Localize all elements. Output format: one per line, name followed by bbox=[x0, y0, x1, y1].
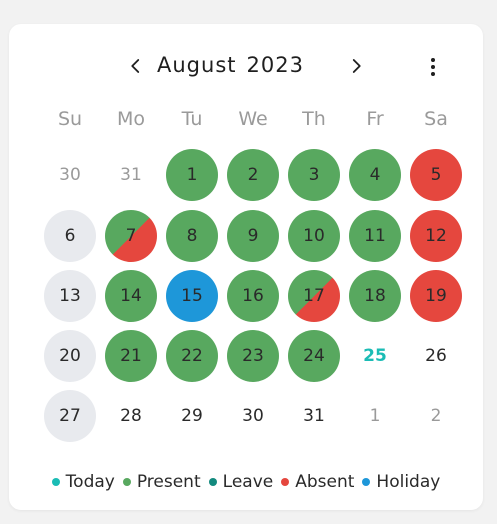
calendar-card: August 2023 Su Mo Tu We Th Fr Sa 30 31 1 2 3 4 5 6 7 8 9 10… bbox=[9, 24, 483, 510]
day-cell[interactable]: 16 bbox=[227, 270, 279, 322]
weekday-fr: Fr bbox=[366, 108, 384, 130]
legend-item-today: Today bbox=[51, 472, 115, 492]
weekday-sa: Sa bbox=[424, 108, 448, 130]
day-cell[interactable]: 30 bbox=[227, 390, 279, 442]
day-cell[interactable]: 19 bbox=[410, 270, 462, 322]
legend-dot bbox=[362, 478, 371, 486]
day-cell[interactable]: 1 bbox=[166, 149, 218, 201]
day-cell[interactable]: 8 bbox=[166, 210, 218, 262]
legend-dot bbox=[51, 478, 60, 486]
day-cell[interactable]: 13 bbox=[44, 270, 96, 322]
day-cell[interactable]: 11 bbox=[349, 210, 401, 262]
day-cell[interactable]: 5 bbox=[410, 149, 462, 201]
day-cell[interactable]: 1 bbox=[349, 390, 401, 442]
day-cell[interactable]: 30 bbox=[44, 149, 96, 201]
weekday-we: We bbox=[238, 108, 268, 130]
weekday-mo: Mo bbox=[116, 108, 146, 130]
weekday-th: Th bbox=[302, 108, 326, 130]
day-cell[interactable]: 4 bbox=[349, 149, 401, 201]
legend-item-absent: Absent bbox=[281, 472, 354, 492]
day-cell[interactable]: 31 bbox=[288, 390, 340, 442]
day-cell[interactable]: 6 bbox=[44, 210, 96, 262]
day-cell[interactable]: 3 bbox=[288, 149, 340, 201]
weekday-su: Su bbox=[57, 108, 83, 130]
day-cell[interactable]: 24 bbox=[288, 330, 340, 382]
day-cell[interactable]: 10 bbox=[288, 210, 340, 262]
day-cell[interactable]: 14 bbox=[105, 270, 157, 322]
day-cell[interactable]: 25 bbox=[349, 330, 401, 382]
legend-dot bbox=[122, 478, 131, 486]
legend-label: Present bbox=[136, 472, 201, 492]
legend-item-holiday: Holiday bbox=[362, 472, 440, 492]
day-cell[interactable]: 17 bbox=[288, 270, 340, 322]
day-cell[interactable]: 12 bbox=[410, 210, 462, 262]
day-cell[interactable]: 28 bbox=[105, 390, 157, 442]
legend-label: Holiday bbox=[376, 472, 441, 492]
day-cell[interactable]: 2 bbox=[410, 390, 462, 442]
weekday-tu: Tu bbox=[181, 108, 203, 130]
calendar-legend: Today Present Leave Absent Holiday bbox=[9, 470, 483, 494]
legend-label: Leave bbox=[222, 472, 274, 492]
day-cell[interactable]: 23 bbox=[227, 330, 279, 382]
legend-item-leave: Leave bbox=[208, 472, 274, 492]
day-cell[interactable]: 18 bbox=[349, 270, 401, 322]
day-cell[interactable]: 26 bbox=[410, 330, 462, 382]
day-cell[interactable]: 22 bbox=[166, 330, 218, 382]
calendar-grid: Su Mo Tu We Th Fr Sa 30 31 1 2 3 4 5 6 7 8 9 10 11 12 13 14 15 1… bbox=[9, 24, 483, 510]
day-cell[interactable]: 7 bbox=[105, 210, 157, 262]
day-cell[interactable]: 21 bbox=[105, 330, 157, 382]
day-cell[interactable]: 15 bbox=[166, 270, 218, 322]
day-cell[interactable]: 27 bbox=[44, 390, 96, 442]
day-cell[interactable]: 29 bbox=[166, 390, 218, 442]
day-cell[interactable]: 31 bbox=[105, 149, 157, 201]
day-cell[interactable]: 2 bbox=[227, 149, 279, 201]
legend-dot bbox=[281, 478, 290, 486]
legend-label: Today bbox=[65, 472, 115, 492]
legend-dot bbox=[208, 478, 217, 486]
day-cell[interactable]: 9 bbox=[227, 210, 279, 262]
day-cell[interactable]: 20 bbox=[44, 330, 96, 382]
legend-item-present: Present bbox=[122, 472, 201, 492]
legend-label: Absent bbox=[295, 472, 355, 492]
